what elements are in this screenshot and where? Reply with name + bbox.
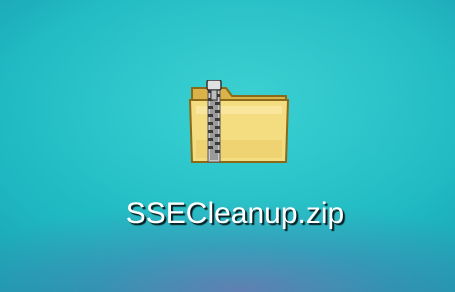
zip-folder-icon xyxy=(186,79,294,166)
desktop: SSECleanup.zip xyxy=(0,0,455,292)
desktop-icon-label: SSECleanup.zip xyxy=(125,197,345,230)
desktop-icon-ssecleanup-zip[interactable]: SSECleanup.zip xyxy=(110,76,360,246)
